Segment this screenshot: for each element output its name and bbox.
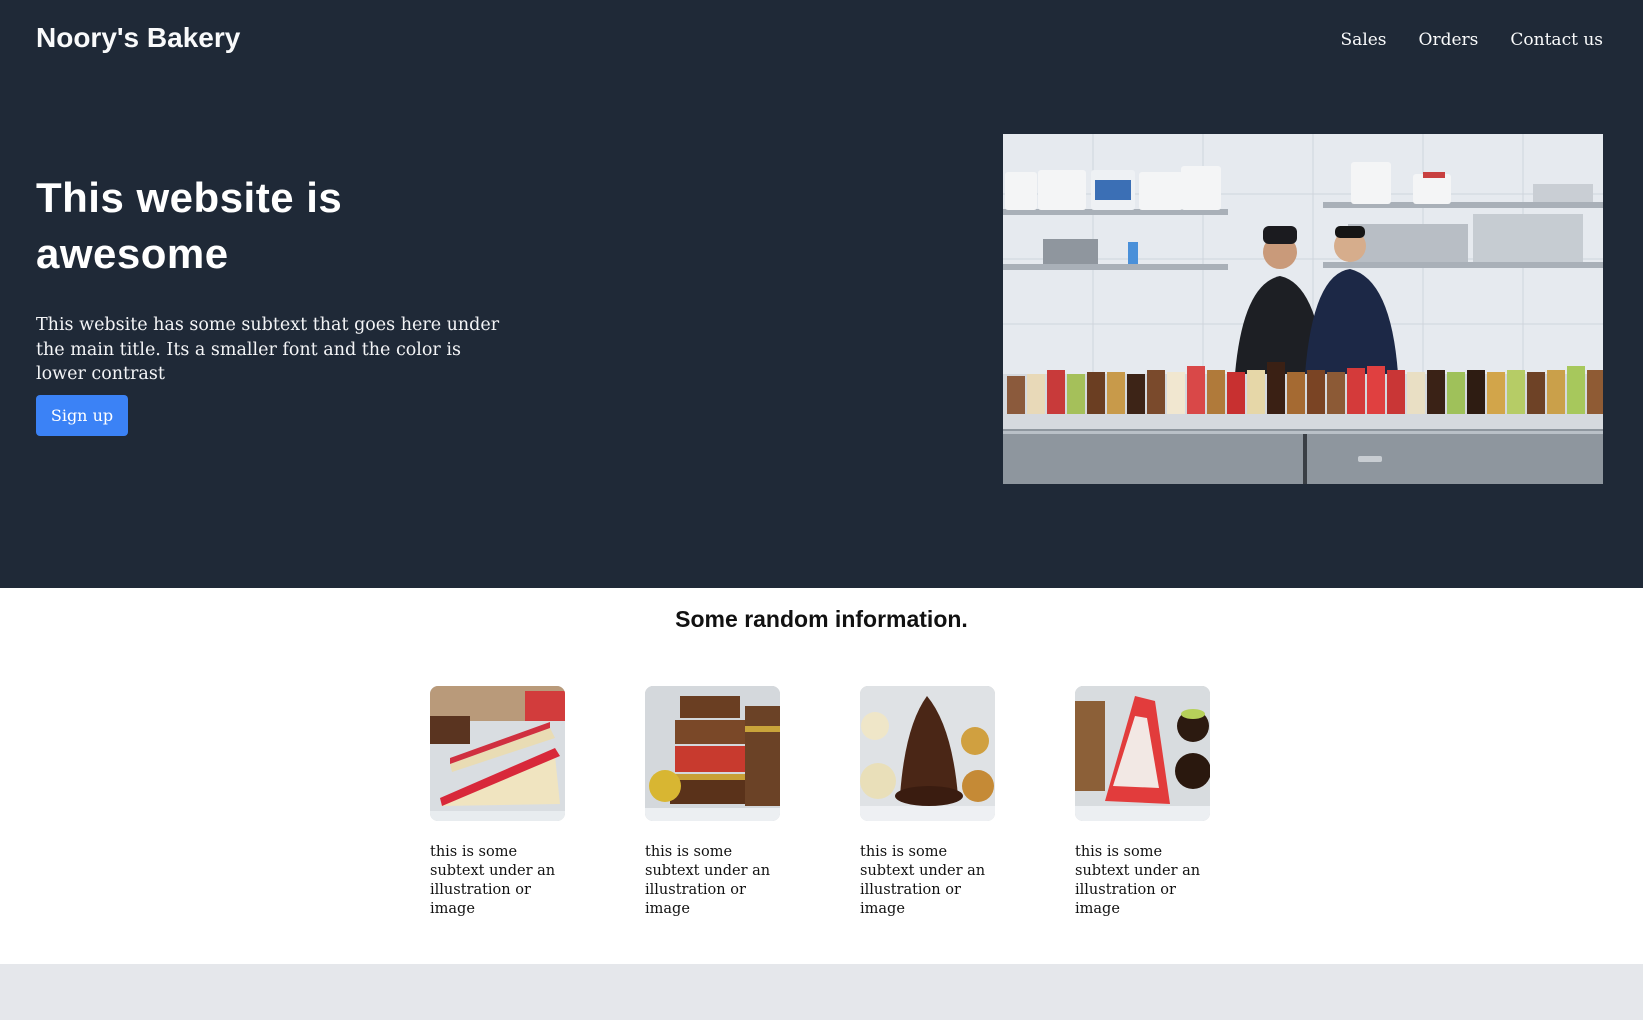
card-caption: this is some subtext under an illustrati… <box>430 844 556 917</box>
card-caption: this is some subtext under an illustrati… <box>645 844 771 917</box>
info-title: Some random information. <box>675 606 968 632</box>
cake-slices-image <box>430 686 565 821</box>
layered-cakes-image <box>645 686 780 821</box>
info-card: this is some subtext under an illustrati… <box>860 686 995 919</box>
brand-logo[interactable]: Noory's Bakery <box>36 22 240 54</box>
sign-up-button[interactable]: Sign up <box>36 395 128 436</box>
nav-link-contact[interactable]: Contact us <box>1510 30 1603 50</box>
nav-link-sales[interactable]: Sales <box>1341 30 1387 50</box>
info-card: this is some subtext under an illustrati… <box>1075 686 1210 919</box>
card-caption: this is some subtext under an illustrati… <box>860 844 986 917</box>
hero-title: This website is awesome <box>36 174 343 277</box>
hero-section: Noory's Bakery Sales Orders Contact us T… <box>0 0 1643 588</box>
footer <box>0 964 1643 1020</box>
hero-subtitle: This website has some subtext that goes … <box>36 315 500 384</box>
nav-link-orders[interactable]: Orders <box>1419 30 1479 50</box>
main-nav: Sales Orders Contact us <box>1341 30 1603 50</box>
card-caption: this is some subtext under an illustrati… <box>1075 844 1201 917</box>
info-card: this is some subtext under an illustrati… <box>645 686 780 919</box>
strawberry-cakes-image <box>1075 686 1210 821</box>
chocolate-mousse-image <box>860 686 995 821</box>
hero-image-bakery-kitchen <box>1003 134 1603 484</box>
info-card: this is some subtext under an illustrati… <box>430 686 565 919</box>
